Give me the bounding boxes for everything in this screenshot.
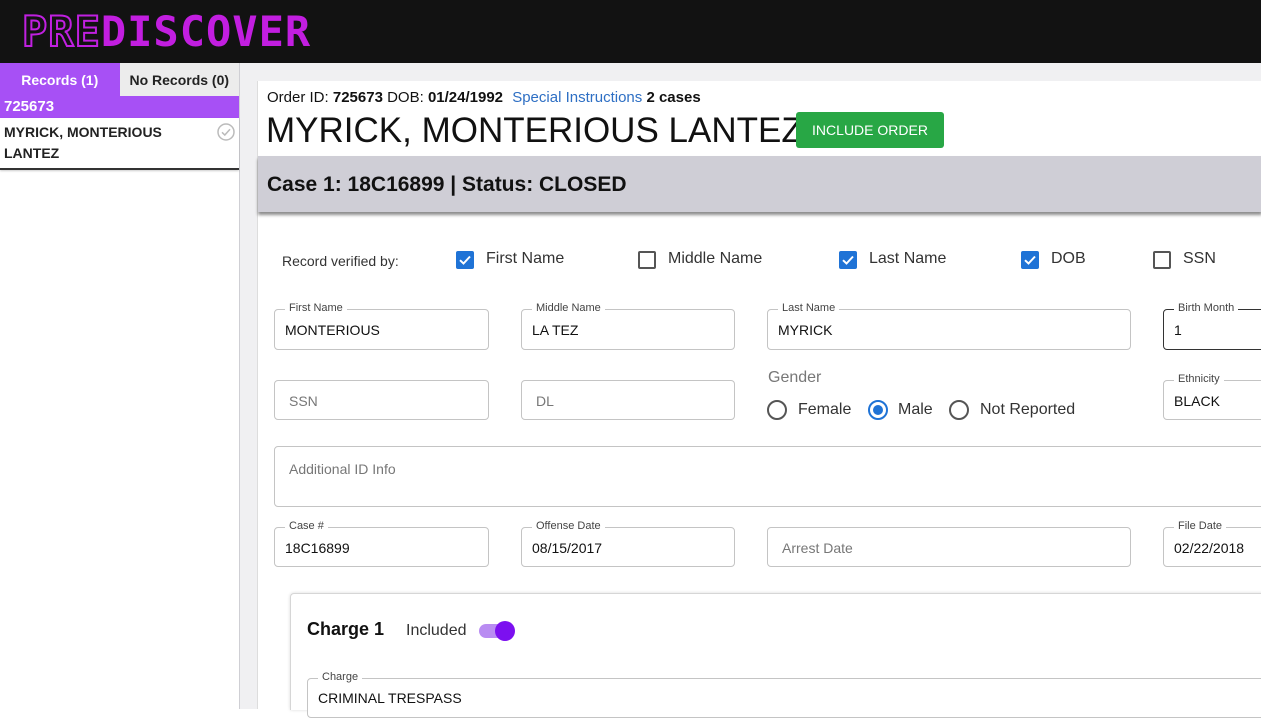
gender-female-radio[interactable] (767, 400, 787, 420)
included-toggle[interactable] (479, 621, 515, 641)
main-content: Order ID: 725673 DOB: 01/24/1992 Special… (240, 63, 1261, 718)
logo-suffix: DISCOVER (100, 6, 312, 56)
first-name-checkbox[interactable] (456, 251, 474, 269)
additional-id-placeholder: Additional ID Info (289, 461, 396, 477)
dl-field[interactable]: DL (521, 380, 735, 420)
middle-name-checkbox-label: Middle Name (668, 250, 763, 267)
order-info-line: Order ID: 725673 DOB: 01/24/1992 Special… (267, 89, 701, 106)
gender-female-label: Female (798, 401, 852, 418)
last-name-label: Last Name (778, 302, 840, 314)
case-number-value: 18C16899 (285, 540, 350, 556)
charge-title: Charge 1 (307, 619, 385, 639)
toggle-knob (495, 621, 515, 641)
logo-prefix: PRE (21, 6, 101, 57)
first-name-field[interactable]: First Name MONTERIOUS (274, 302, 489, 350)
offense-date-value: 08/15/2017 (532, 540, 603, 556)
tab-no-records[interactable]: No Records (0) (119, 63, 239, 96)
additional-id-field[interactable]: Additional ID Info (274, 446, 1261, 507)
checkmark-icon (842, 255, 854, 265)
top-bar: PRE DISCOVER (0, 0, 1261, 63)
file-date-field[interactable]: File Date 02/22/2018 (1163, 520, 1261, 567)
tab-records[interactable]: Records (1) (0, 63, 120, 96)
charge-field[interactable]: Charge CRIMINAL TRESPASS (307, 671, 1261, 718)
case-number-label: Case # (285, 520, 328, 532)
dl-placeholder: DL (536, 393, 554, 409)
middle-name-label: Middle Name (532, 302, 605, 314)
order-panel: Order ID: 725673 DOB: 01/24/1992 Special… (257, 81, 1261, 718)
dob-checkbox[interactable] (1021, 251, 1039, 269)
case-header-bar: Case 1: 18C16899 | Status: CLOSED (258, 156, 1261, 212)
charge-label: Charge (318, 671, 363, 683)
file-date-label: File Date (1174, 520, 1227, 532)
file-date-value: 02/22/2018 (1174, 540, 1245, 556)
records-tabs: Records (1) No Records (0) (0, 63, 239, 96)
gender-not-reported-radio[interactable] (949, 400, 969, 420)
charge-value: CRIMINAL TRESPASS (318, 690, 462, 706)
ethnicity-field[interactable]: Ethnicity BLACK (1163, 373, 1261, 420)
case-number-field[interactable]: Case # 18C16899 (274, 520, 489, 567)
record-list-item[interactable]: MYRICK, MONTERIOUS LANTEZ (0, 118, 239, 170)
ssn-placeholder: SSN (289, 393, 318, 409)
offense-date-field[interactable]: Offense Date 08/15/2017 (521, 520, 735, 567)
check-circle-icon[interactable] (217, 123, 235, 141)
ethnicity-label: Ethnicity (1174, 373, 1224, 385)
last-name-field[interactable]: Last Name MYRICK (767, 302, 1131, 350)
middle-name-checkbox[interactable] (638, 251, 656, 269)
case-title: Case 1: 18C16899 | Status: CLOSED (267, 173, 627, 196)
order-id-value: 725673 (332, 89, 383, 106)
ethnicity-value: BLACK (1174, 393, 1220, 409)
included-label: Included (406, 622, 467, 639)
records-sidebar: Records (1) No Records (0) 725673 MYRICK… (0, 63, 240, 709)
arrest-date-placeholder: Arrest Date (782, 540, 853, 556)
verified-by-label: Record verified by: (282, 253, 399, 269)
dob-checkbox-label: DOB (1051, 250, 1086, 267)
dob-value: 01/24/1992 (427, 89, 504, 106)
middle-name-value: LA TEZ (532, 322, 579, 338)
birth-month-label: Birth Month (1174, 302, 1239, 314)
gender-male-radio[interactable] (868, 400, 888, 420)
checkmark-icon (1024, 255, 1036, 265)
birth-month-field[interactable]: Birth Month 1 (1163, 302, 1261, 350)
gender-label: Gender (768, 369, 822, 386)
record-id-header[interactable]: 725673 (0, 96, 239, 118)
ssn-field[interactable]: SSN (274, 380, 489, 420)
gender-not-reported-label: Not Reported (980, 401, 1076, 418)
last-name-value: MYRICK (778, 322, 833, 338)
record-name: MYRICK, MONTERIOUS LANTEZ (4, 124, 162, 161)
first-name-value: MONTERIOUS (285, 322, 380, 338)
last-name-checkbox[interactable] (839, 251, 857, 269)
dob-label: DOB: (387, 89, 424, 106)
subject-name-heading: MYRICK, MONTERIOUS LANTEZ (266, 111, 803, 150)
special-instructions-link[interactable]: Special Instructions (512, 89, 642, 106)
checkmark-icon (459, 255, 471, 265)
birth-month-value: 1 (1174, 322, 1182, 338)
arrest-date-field[interactable]: Arrest Date (767, 527, 1131, 567)
last-name-checkbox-label: Last Name (869, 250, 947, 267)
gender-male-label: Male (898, 401, 933, 418)
case-count: 2 cases (646, 89, 701, 106)
charge-card: Charge 1 Included Charge CRIMINAL TRESPA… (290, 593, 1261, 718)
middle-name-field[interactable]: Middle Name LA TEZ (521, 302, 735, 350)
first-name-checkbox-label: First Name (486, 250, 565, 267)
app-logo: PRE DISCOVER (21, 6, 312, 57)
ssn-checkbox[interactable] (1153, 251, 1171, 269)
include-order-button[interactable]: INCLUDE ORDER (796, 112, 944, 148)
ssn-checkbox-label: SSN (1183, 250, 1216, 267)
first-name-label: First Name (285, 302, 347, 314)
order-id-label: Order ID: (267, 89, 329, 106)
offense-date-label: Offense Date (532, 520, 605, 532)
